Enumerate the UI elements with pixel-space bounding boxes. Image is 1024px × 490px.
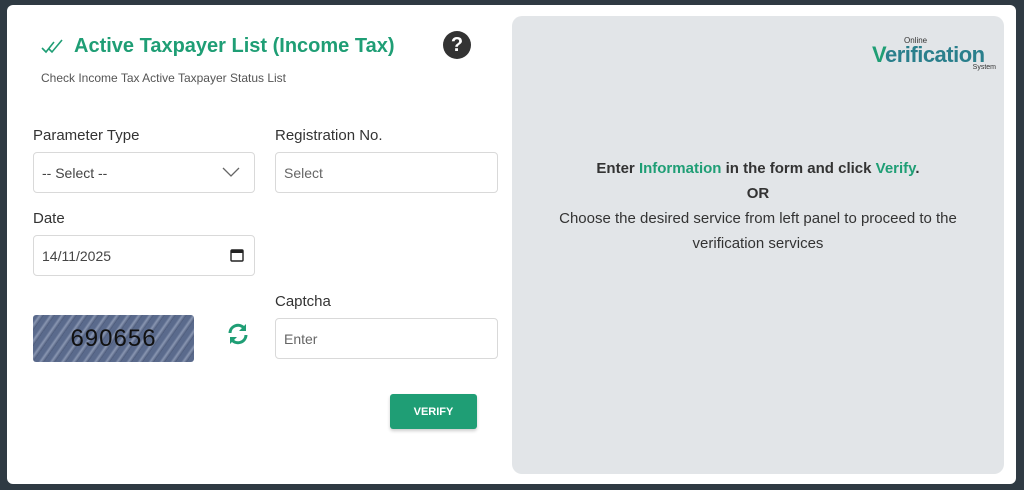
parameter-type-value: -- Select -- (42, 164, 108, 181)
logo-main-rest: erification (884, 42, 985, 67)
verify-button[interactable]: VERIFY (390, 394, 477, 429)
help-icon[interactable]: ? (443, 31, 471, 59)
info-line-2: Choose the desired service from left pan… (559, 210, 957, 227)
main-card: Active Taxpayer List (Income Tax) Check … (7, 5, 1016, 484)
info-middle: in the form and click (721, 160, 876, 177)
date-field[interactable]: 14/11/2025 (33, 235, 255, 276)
logo-v-letter: V (872, 42, 885, 67)
parameter-type-label: Parameter Type (33, 127, 140, 144)
registration-no-field[interactable] (275, 152, 498, 193)
verification-logo: Online Verification System (872, 36, 996, 72)
info-information-word: Information (638, 160, 722, 177)
info-text: Enter Information in the form and click … (512, 156, 1004, 256)
title-row: Active Taxpayer List (Income Tax) (40, 35, 394, 58)
info-prefix: Enter (596, 160, 639, 177)
chevron-down-icon (222, 167, 240, 177)
logo-system-text: System (972, 64, 996, 71)
refresh-icon[interactable] (226, 322, 250, 346)
registration-no-label: Registration No. (275, 127, 383, 144)
captcha-label: Captcha (275, 293, 331, 310)
double-check-icon (41, 38, 63, 53)
registration-no-input[interactable] (284, 164, 497, 181)
captcha-image: 690656 (33, 315, 194, 362)
info-suffix: . (915, 160, 920, 177)
info-panel: Online Verification System Enter Informa… (512, 16, 1004, 474)
date-label: Date (33, 210, 65, 227)
info-line-1: Enter Information in the form and click … (512, 156, 1004, 181)
info-line-3: verification services (692, 235, 824, 252)
page-subtitle: Check Income Tax Active Taxpayer Status … (41, 71, 287, 85)
info-or: OR (746, 185, 770, 202)
parameter-type-select[interactable]: -- Select -- (33, 152, 255, 193)
page-header: Active Taxpayer List (Income Tax) Check … (40, 35, 394, 85)
captcha-input[interactable] (284, 330, 497, 347)
date-value: 14/11/2025 (42, 247, 112, 264)
page-title: Active Taxpayer List (Income Tax) (74, 35, 395, 57)
logo-main-text: Verification (872, 42, 985, 68)
calendar-icon[interactable] (230, 248, 244, 262)
captcha-field[interactable] (275, 318, 498, 359)
info-verify-word: Verify (875, 160, 916, 177)
